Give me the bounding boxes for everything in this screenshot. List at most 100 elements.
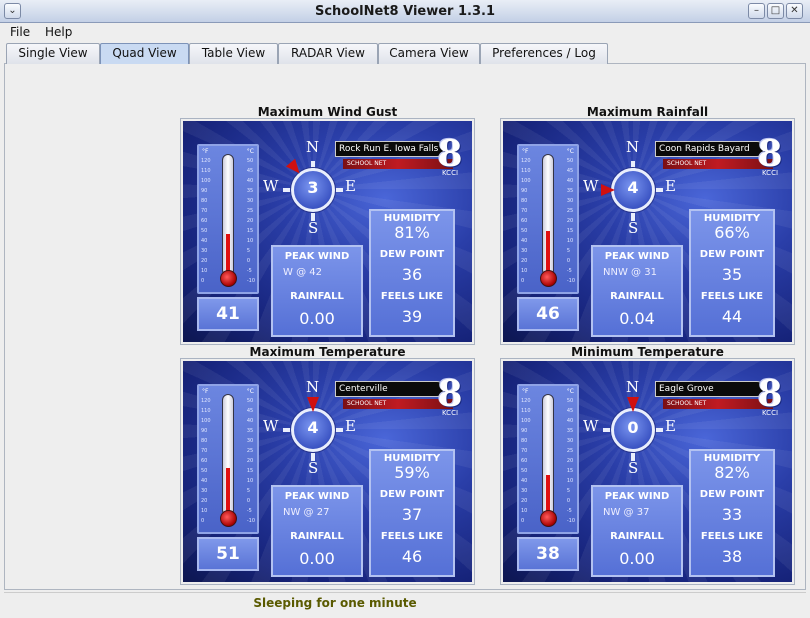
dew-point-label: DEW POINT bbox=[379, 489, 445, 500]
maximize-icon: □ bbox=[770, 5, 781, 16]
tab-camera-view[interactable]: Camera View bbox=[378, 43, 480, 64]
kcci-8-logo: 8 bbox=[757, 373, 783, 415]
celsius-unit: °C bbox=[566, 148, 574, 155]
maximize-button[interactable]: □ bbox=[767, 3, 784, 19]
station-panel: Maximum Temperature °F °C 120 110 100 90 80 7… bbox=[180, 345, 475, 585]
compass-south: S bbox=[308, 459, 319, 477]
feels-like-value: 38 bbox=[721, 547, 743, 566]
temperature-value: 41 bbox=[197, 297, 259, 331]
wind-speed-value: 4 bbox=[307, 418, 319, 437]
compass-north: N bbox=[306, 138, 320, 156]
mercury-level bbox=[546, 475, 550, 512]
thermometer-bulb bbox=[540, 270, 557, 287]
station-name: Centerville bbox=[335, 381, 445, 397]
compass-north: N bbox=[626, 378, 640, 396]
station-name: Rock Run E. Iowa Falls bbox=[335, 141, 445, 157]
celsius-unit: °C bbox=[566, 388, 574, 395]
kcci-label: KCCI bbox=[441, 169, 459, 177]
rainfall-label: RAINFALL bbox=[610, 531, 664, 542]
peak-wind-value: NW @ 37 bbox=[603, 507, 650, 518]
humidity-box: HUMIDITY 59% DEW POINT 37 FEELS LIKE 46 bbox=[369, 449, 455, 577]
kcci-8-logo: 8 bbox=[437, 133, 463, 175]
menu-help[interactable]: Help bbox=[45, 25, 72, 39]
station-panel: Maximum Wind Gust °F °C 120 110 100 90 80 70 6… bbox=[180, 105, 475, 345]
wind-direction-arrow bbox=[601, 184, 615, 196]
menu-file[interactable]: File bbox=[10, 25, 30, 39]
dew-point-value: 33 bbox=[721, 505, 743, 524]
humidity-value: 81% bbox=[394, 223, 430, 242]
humidity-value: 82% bbox=[714, 463, 750, 482]
rainfall-value: 0.00 bbox=[619, 549, 655, 568]
wind-speed-value: 0 bbox=[627, 418, 639, 437]
station-name: Coon Rapids Bayard bbox=[655, 141, 765, 157]
peak-wind-value: W @ 42 bbox=[283, 267, 322, 278]
compass-east: E bbox=[345, 177, 356, 195]
station-panel: Maximum Rainfall °F °C 120 110 100 90 80 70 60… bbox=[500, 105, 795, 345]
weather-display: °F °C 120 110 100 90 80 70 60 50 40 30 20 10 0 50 45 4… bbox=[503, 361, 792, 582]
kcci-8-logo: 8 bbox=[437, 373, 463, 415]
kcci-8-logo: 8 bbox=[757, 133, 783, 175]
celsius-unit: °C bbox=[246, 388, 254, 395]
tab-radar-view[interactable]: RADAR View bbox=[278, 43, 378, 64]
thermometer-bulb bbox=[220, 270, 237, 287]
wind-direction-arrow bbox=[627, 397, 639, 412]
tab-quad-view[interactable]: Quad View bbox=[100, 43, 189, 64]
compass-west: W bbox=[583, 177, 599, 195]
weather-display: °F °C 120 110 100 90 80 70 60 50 40 30 20 10 0 50 45 4… bbox=[183, 361, 472, 582]
compass-west: W bbox=[263, 417, 279, 435]
close-icon: ✕ bbox=[790, 5, 799, 16]
humidity-value: 66% bbox=[714, 223, 750, 242]
title-bar: ⌄ SchoolNet8 Viewer 1.3.1 – □ ✕ bbox=[0, 0, 810, 23]
panel-title: Minimum Temperature bbox=[571, 345, 724, 359]
wind-rain-box: PEAK WIND NNW @ 31 RAINFALL 0.04 bbox=[591, 245, 683, 337]
tab-preferences-log[interactable]: Preferences / Log bbox=[480, 43, 608, 64]
compass-south: S bbox=[628, 219, 639, 237]
mercury-level bbox=[226, 234, 230, 272]
feels-like-value: 46 bbox=[401, 547, 423, 566]
mercury-level bbox=[546, 231, 550, 272]
fahrenheit-scale: 120 110 100 90 80 70 60 50 40 30 20 10 0 bbox=[521, 398, 531, 524]
kcci-label: KCCI bbox=[761, 169, 779, 177]
tab-table-view[interactable]: Table View bbox=[189, 43, 278, 64]
tab-single-view[interactable]: Single View bbox=[6, 43, 100, 64]
panel-title: Maximum Rainfall bbox=[586, 105, 709, 119]
dew-point-label: DEW POINT bbox=[379, 249, 445, 260]
celsius-scale: 50 45 40 35 30 25 20 15 10 5 0 -5 -10 bbox=[246, 158, 255, 284]
kcci-label: KCCI bbox=[441, 409, 459, 417]
temperature-value: 51 bbox=[197, 537, 259, 571]
compass-south: S bbox=[308, 219, 319, 237]
rainfall-value: 0.04 bbox=[619, 309, 655, 328]
feels-like-label: FEELS LIKE bbox=[700, 531, 764, 542]
weather-display: °F °C 120 110 100 90 80 70 60 50 40 30 20 10 0 50 45 4… bbox=[183, 121, 472, 342]
fahrenheit-scale: 120 110 100 90 80 70 60 50 40 30 20 10 0 bbox=[201, 158, 211, 284]
compass-tick bbox=[335, 428, 343, 432]
station-name: Eagle Grove bbox=[655, 381, 765, 397]
peak-wind-label: PEAK WIND bbox=[604, 491, 670, 502]
station-panel: Minimum Temperature °F °C 120 110 100 90 80 7… bbox=[500, 345, 795, 585]
peak-wind-label: PEAK WIND bbox=[604, 251, 670, 262]
compass-tick bbox=[603, 428, 611, 432]
panel-title: Maximum Temperature bbox=[249, 345, 406, 359]
close-button[interactable]: ✕ bbox=[786, 3, 803, 19]
feels-like-label: FEELS LIKE bbox=[380, 531, 444, 542]
feels-like-value: 39 bbox=[401, 307, 423, 326]
panel-title: Maximum Wind Gust bbox=[257, 105, 398, 119]
fahrenheit-unit: °F bbox=[202, 148, 209, 155]
minimize-button[interactable]: – bbox=[748, 3, 765, 19]
panel-frame: °F °C 120 110 100 90 80 70 60 50 40 30 20 10 0 50 45 4… bbox=[500, 118, 795, 345]
compass-east: E bbox=[345, 417, 356, 435]
celsius-scale: 50 45 40 35 30 25 20 15 10 5 0 -5 -10 bbox=[246, 398, 255, 524]
wind-direction-arrow bbox=[307, 397, 319, 412]
compass-tick bbox=[335, 188, 343, 192]
temperature-value: 38 bbox=[517, 537, 579, 571]
fahrenheit-unit: °F bbox=[522, 388, 529, 395]
compass-east: E bbox=[665, 177, 676, 195]
rainfall-value: 0.00 bbox=[299, 309, 335, 328]
fahrenheit-unit: °F bbox=[202, 388, 209, 395]
rainfall-label: RAINFALL bbox=[290, 531, 344, 542]
dew-point-value: 35 bbox=[721, 265, 743, 284]
fahrenheit-scale: 120 110 100 90 80 70 60 50 40 30 20 10 0 bbox=[521, 158, 531, 284]
compass-east: E bbox=[665, 417, 676, 435]
compass-tick bbox=[655, 428, 663, 432]
mercury-level bbox=[226, 468, 230, 512]
